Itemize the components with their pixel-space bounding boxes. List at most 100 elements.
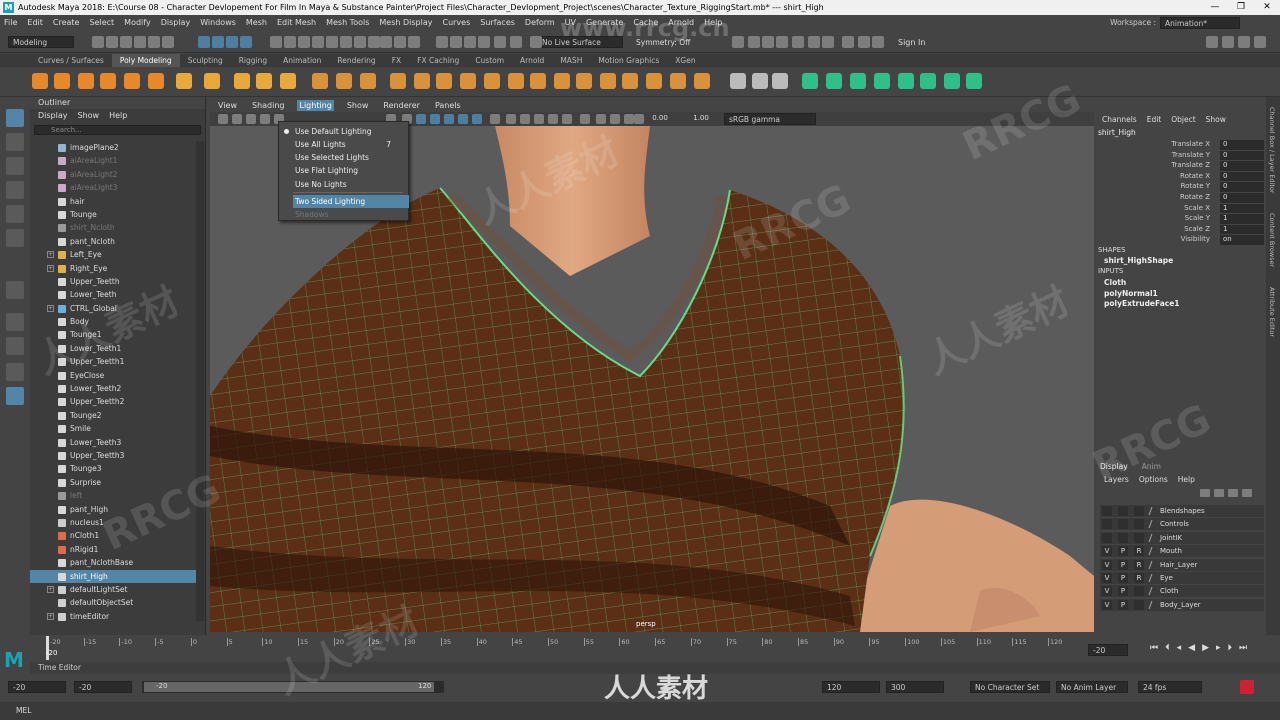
rotate-tool-icon[interactable] — [6, 205, 24, 223]
shelf-tool-icon[interactable] — [826, 73, 842, 89]
layer-reference-toggle[interactable] — [1134, 532, 1144, 543]
status-tool-icon[interactable] — [408, 36, 420, 48]
layer-color-swatch[interactable] — [1148, 520, 1160, 529]
outliner-item[interactable]: Lower_Teeth3 — [30, 436, 196, 449]
layer-reference-toggle[interactable] — [1134, 586, 1144, 597]
viewport-tool-icon[interactable] — [634, 114, 644, 124]
outliner-item[interactable]: pant_High — [30, 503, 196, 516]
status-tool-icon[interactable] — [92, 36, 104, 48]
layer-tool-icon[interactable] — [1242, 489, 1252, 497]
shelf-tab-fx-caching[interactable]: FX Caching — [409, 54, 467, 67]
shelf-tool-icon[interactable] — [622, 73, 638, 89]
outliner-item[interactable]: + CTRL_Global — [30, 302, 196, 315]
range-slider[interactable]: -20 120 — [142, 681, 444, 693]
layer-color-swatch[interactable] — [1148, 507, 1160, 515]
menu-edit[interactable]: Edit — [27, 18, 43, 27]
step-forward-icon[interactable]: ▸ — [1216, 643, 1221, 653]
two-view-icon[interactable] — [6, 363, 24, 381]
channel-row[interactable]: Scale Y 1 — [1096, 214, 1266, 225]
viewport-menu-show[interactable]: Show — [345, 100, 371, 111]
layer-playback-toggle[interactable]: P — [1118, 586, 1128, 597]
shelf-tool-icon[interactable] — [752, 73, 768, 89]
channel-value[interactable]: 1 — [1220, 224, 1264, 235]
layer-visibility-toggle[interactable]: V — [1102, 559, 1112, 570]
menu-edit-mesh[interactable]: Edit Mesh — [277, 18, 316, 27]
time-editor-bar[interactable]: Time Editor — [30, 662, 1280, 674]
layer-color-swatch[interactable] — [1148, 560, 1160, 569]
layer-row[interactable]: V P R Hair_Layer — [1100, 558, 1264, 571]
status-tool-icon[interactable] — [450, 36, 462, 48]
viewport-tool-icon[interactable] — [580, 114, 590, 124]
viewport-menu-view[interactable]: View — [216, 100, 239, 111]
menu-deform[interactable]: Deform — [525, 18, 555, 27]
exposure-field[interactable]: 0.00 — [646, 114, 674, 124]
menu-select[interactable]: Select — [89, 18, 114, 27]
play-back-icon[interactable]: ◀ — [1188, 643, 1195, 653]
viewport-tool-icon[interactable] — [444, 114, 454, 124]
layer-playback-toggle[interactable]: P — [1118, 546, 1128, 557]
layer-visibility-toggle[interactable] — [1102, 532, 1112, 543]
outliner-item[interactable]: + Left_Eye — [30, 248, 196, 261]
outliner-menu-display[interactable]: Display — [38, 109, 68, 122]
shelf-tab-fx[interactable]: FX — [384, 54, 409, 67]
status-tool-icon[interactable] — [284, 36, 296, 48]
shelf-tool-icon[interactable] — [966, 73, 982, 89]
status-tool-icon[interactable] — [1238, 36, 1250, 48]
layer-color-swatch[interactable] — [1148, 587, 1160, 596]
channel-row[interactable]: Translate Y 0 — [1096, 150, 1266, 162]
status-tool-icon[interactable] — [198, 36, 210, 48]
shelf-tab-rendering[interactable]: Rendering — [329, 54, 383, 67]
channel-row[interactable]: Rotate X 0 — [1096, 171, 1266, 183]
layer-playback-toggle[interactable] — [1118, 519, 1128, 530]
edit-menu[interactable]: Edit — [1147, 115, 1162, 124]
status-tool-icon[interactable] — [162, 36, 174, 48]
status-tool-icon[interactable] — [478, 36, 490, 48]
layer-tool-icon[interactable] — [1228, 489, 1238, 497]
layer-tool-icon[interactable] — [1214, 489, 1224, 497]
object-menu[interactable]: Object — [1171, 115, 1195, 124]
layer-color-swatch[interactable] — [1148, 600, 1160, 609]
auto-key-icon[interactable] — [1240, 680, 1254, 694]
viewport-tool-icon[interactable] — [520, 114, 530, 124]
viewport-tool-icon[interactable] — [472, 114, 482, 124]
shelf-tab-xgen[interactable]: XGen — [667, 54, 703, 67]
outliner-item[interactable]: + timeEditor — [30, 610, 196, 623]
layer-reference-toggle[interactable] — [1134, 519, 1144, 530]
menu-mesh-tools[interactable]: Mesh Tools — [326, 18, 369, 27]
channel-value[interactable]: 0 — [1220, 161, 1264, 171]
status-tool-icon[interactable] — [326, 36, 338, 48]
shelf-tool-icon[interactable] — [576, 73, 592, 89]
outliner-item[interactable]: pant_NclothBase — [30, 556, 196, 569]
outliner-item[interactable]: Upper_Teetth1 — [30, 355, 196, 368]
go-to-start-icon[interactable]: ⏮ — [1150, 643, 1158, 653]
outliner-menu-show[interactable]: Show — [78, 109, 100, 122]
channel-row[interactable]: Translate X 0 — [1096, 140, 1266, 151]
outliner-item[interactable]: + defaultLightSet — [30, 583, 196, 596]
shelf-tab-custom[interactable]: Custom — [467, 54, 512, 67]
status-tool-icon[interactable] — [822, 36, 834, 48]
shelf-tool-icon[interactable] — [850, 73, 866, 89]
lasso-tool-icon[interactable] — [6, 133, 24, 151]
layer-row[interactable]: V P Cloth — [1100, 585, 1264, 598]
outliner-item[interactable]: + Right_Eye — [30, 262, 196, 275]
status-tool-icon[interactable] — [1206, 36, 1218, 48]
status-tool-icon[interactable] — [134, 36, 146, 48]
outliner-item[interactable]: Lower_Teeth2 — [30, 382, 196, 395]
outliner-item[interactable]: pant_Ncloth — [30, 235, 196, 248]
viewport-tool-icon[interactable] — [624, 114, 634, 124]
outliner-item[interactable]: Tounge3 — [30, 462, 196, 475]
shelf-tab-arnold[interactable]: Arnold — [512, 54, 552, 67]
shelf-tab-curves-surfaces[interactable]: Curves / Surfaces — [30, 54, 112, 67]
channel-value[interactable]: 0 — [1220, 140, 1264, 150]
shelf-tool-icon[interactable] — [436, 73, 452, 89]
layer-tool-icon[interactable] — [1200, 489, 1210, 497]
status-tool-icon[interactable] — [510, 36, 522, 48]
menu-create[interactable]: Create — [53, 18, 80, 27]
channel-row[interactable]: Scale X 1 — [1096, 203, 1266, 215]
shelf-tool-icon[interactable] — [530, 73, 546, 89]
layer-row[interactable]: JointIK — [1100, 531, 1264, 544]
layer-visibility-toggle[interactable]: V — [1102, 599, 1112, 610]
shelf-tool-icon[interactable] — [944, 73, 960, 89]
expand-icon[interactable]: + — [47, 251, 54, 259]
viewport-tool-icon[interactable] — [610, 114, 620, 124]
